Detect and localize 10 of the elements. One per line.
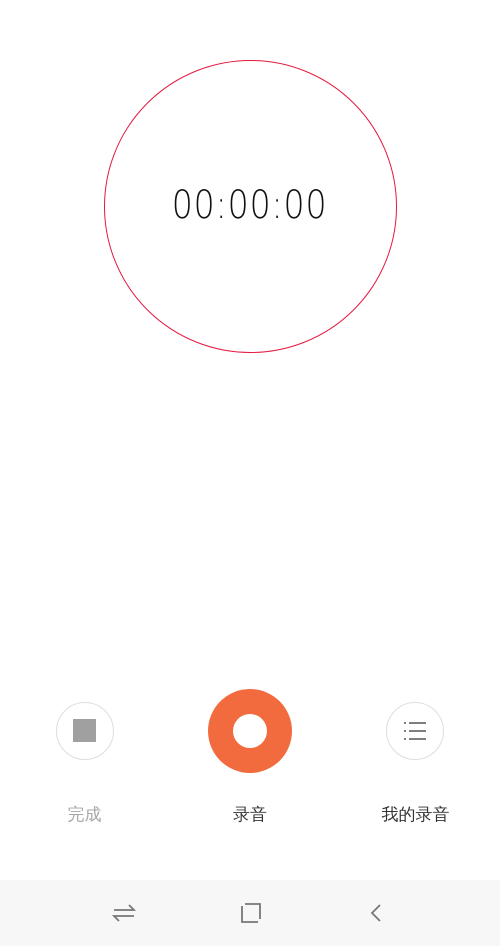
home-icon[interactable] — [240, 902, 262, 924]
stop-icon — [73, 719, 96, 742]
timer-display: 00:00:00 — [172, 182, 328, 230]
list-icon — [403, 720, 428, 742]
record-icon — [232, 714, 267, 748]
button-label: 我的录音 — [381, 804, 450, 826]
button-label: 录音 — [232, 804, 267, 826]
switch-icon[interactable] — [112, 902, 136, 924]
button-label: 完成 — [68, 804, 102, 826]
list-button[interactable] — [386, 702, 444, 760]
